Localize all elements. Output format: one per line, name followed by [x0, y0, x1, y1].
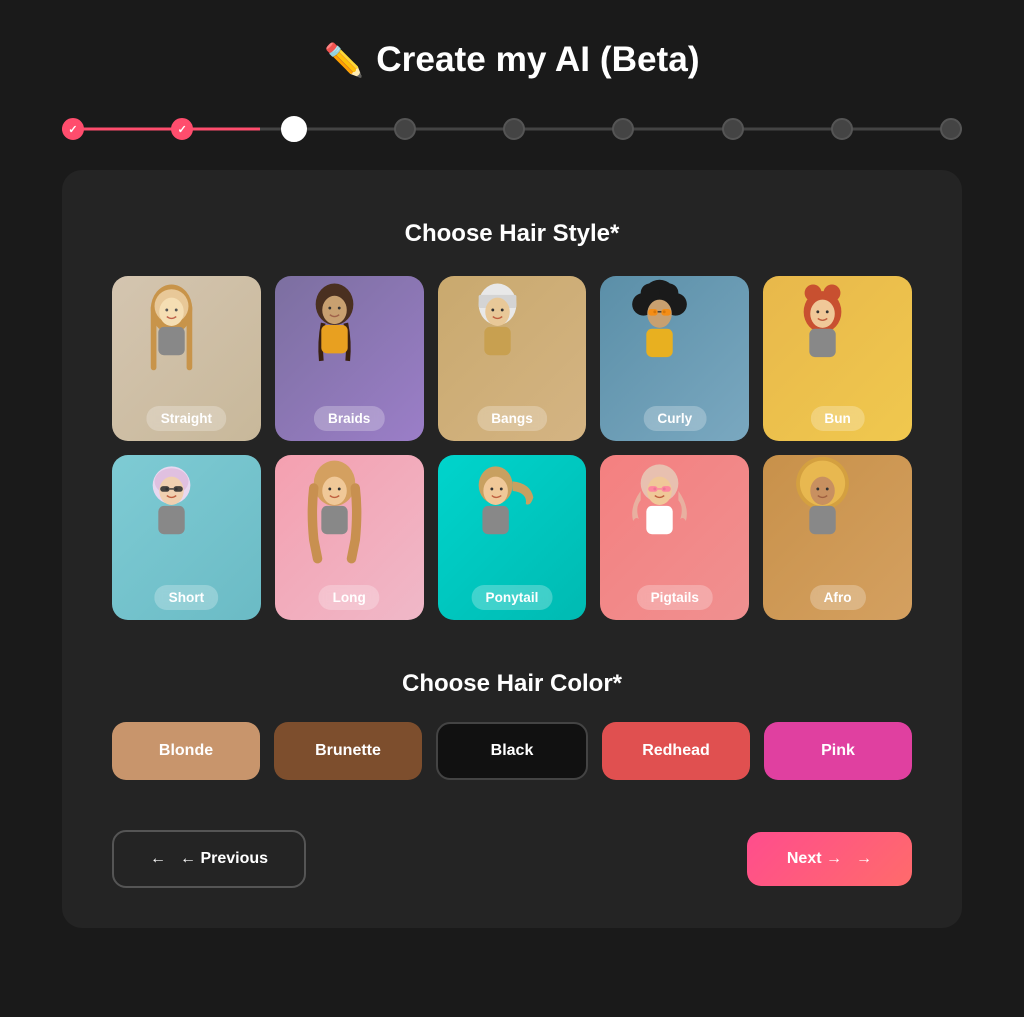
next-label: Next →	[787, 850, 842, 868]
progress-step-6	[612, 118, 634, 140]
progress-step-1: ✓	[62, 118, 84, 140]
hair-color-options: Blonde Brunette Black Redhead Pink	[112, 722, 912, 780]
color-btn-black[interactable]: Black	[436, 722, 588, 780]
progress-step-7	[722, 118, 744, 140]
hair-label-ponytail: Ponytail	[472, 585, 553, 610]
main-card: Choose Hair Style* Straight	[62, 170, 962, 928]
hair-style-title: Choose Hair Style*	[112, 220, 912, 248]
hair-label-braids: Braids	[314, 406, 384, 431]
progress-step-9	[940, 118, 962, 140]
hair-label-curly: Curly	[643, 406, 706, 431]
hair-option-curly[interactable]: Curly	[600, 276, 749, 441]
color-btn-pink[interactable]: Pink	[764, 722, 912, 780]
nav-row: ← ← Previous Next → →	[112, 830, 912, 888]
progress-bar: ✓ ✓	[62, 116, 962, 142]
progress-step-5	[503, 118, 525, 140]
hair-label-straight: Straight	[147, 406, 226, 431]
progress-steps: ✓ ✓	[62, 116, 962, 142]
progress-step-2: ✓	[171, 118, 193, 140]
hair-label-short: Short	[155, 585, 219, 610]
hair-option-bun[interactable]: Bun	[763, 276, 912, 441]
previous-label: ← Previous	[180, 850, 268, 868]
progress-step-8	[831, 118, 853, 140]
hair-label-bun: Bun	[810, 406, 864, 431]
hair-label-bangs: Bangs	[477, 406, 547, 431]
progress-step-3	[281, 116, 307, 142]
prev-arrow-icon: ←	[150, 850, 166, 868]
hair-style-grid: Straight Braids	[112, 276, 912, 620]
color-btn-blonde[interactable]: Blonde	[112, 722, 260, 780]
progress-step-4	[394, 118, 416, 140]
hair-label-afro: Afro	[810, 585, 866, 610]
hair-label-long: Long	[319, 585, 380, 610]
hair-option-straight[interactable]: Straight	[112, 276, 261, 441]
next-button[interactable]: Next → →	[747, 832, 912, 886]
title-text: Create my AI (Beta)	[376, 40, 699, 80]
previous-button[interactable]: ← ← Previous	[112, 830, 306, 888]
hair-option-ponytail[interactable]: Ponytail	[438, 455, 587, 620]
hair-option-long[interactable]: Long	[275, 455, 424, 620]
color-btn-redhead[interactable]: Redhead	[602, 722, 750, 780]
title-icon: ✏️	[324, 41, 364, 79]
hair-label-pigtails: Pigtails	[637, 585, 713, 610]
hair-color-title: Choose Hair Color*	[112, 670, 912, 698]
next-arrow-icon: →	[856, 850, 872, 868]
hair-option-bangs[interactable]: Bangs	[438, 276, 587, 441]
color-btn-brunette[interactable]: Brunette	[274, 722, 422, 780]
hair-option-pigtails[interactable]: Pigtails	[600, 455, 749, 620]
hair-option-afro[interactable]: Afro	[763, 455, 912, 620]
hair-option-short[interactable]: Short	[112, 455, 261, 620]
page-title: ✏️ Create my AI (Beta)	[324, 40, 699, 80]
hair-option-braids[interactable]: Braids	[275, 276, 424, 441]
